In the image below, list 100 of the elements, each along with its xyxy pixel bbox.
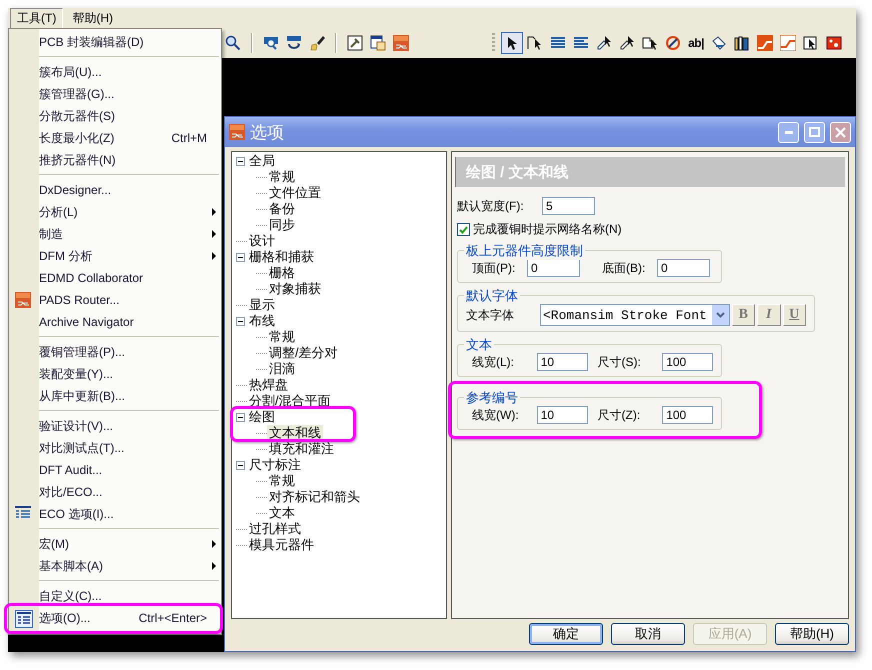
menu-item[interactable]: 覆铜管理器(P)... [9,341,221,363]
check-icon [459,226,468,234]
menu-item[interactable]: 长度最小化(Z) Ctrl+M [9,127,221,149]
group-title: 默认字体 [464,287,520,305]
collapse-icon[interactable] [236,252,245,262]
tree-item[interactable]: 模具元器件 [247,537,316,553]
font-dropdown[interactable]: <Romansim Stroke Font [540,304,730,326]
tree-item[interactable]: 常规 [267,329,297,345]
page-header: 绘图 / 文本和线 [455,157,845,187]
checkbox[interactable] [457,223,470,236]
number-field[interactable]: 0 [657,259,710,277]
tree-item[interactable]: 对象捕获 [267,281,323,297]
chevron-down-icon [716,312,725,318]
tree-item[interactable]: 填充和灌注 [267,441,336,457]
board-icon [826,35,842,51]
group-title: 参考编号 [464,389,520,407]
menu-item[interactable]: DxDesigner... [9,179,221,201]
number-field[interactable]: 100 [662,353,713,371]
menu-item[interactable]: 簇管理器(G)... [9,83,221,105]
tree-item[interactable]: 尺寸标注 [247,457,303,473]
collapse-icon[interactable] [236,316,245,326]
shape-pointer-icon [642,35,658,51]
number-field[interactable]: 5 [542,197,595,215]
tree-item[interactable]: 栅格和捕获 [247,249,316,265]
tree-item[interactable]: 全局 [247,153,277,169]
number-field[interactable]: 10 [536,406,588,424]
menu-item[interactable]: 宏(M) [9,533,221,555]
font-style-button[interactable]: I [757,304,780,326]
menu-item[interactable]: PCB 封装编辑器(D) [9,31,221,53]
tree-item[interactable]: 布线 [247,313,277,329]
prohibit-icon [665,35,681,51]
pads-icon [15,292,31,308]
group-title: 板上元器件高度限制 [464,242,585,260]
tree-item[interactable]: 对齐标记和箭头 [267,489,362,505]
field-label: 线宽(L): [472,354,515,370]
books-icon [734,35,750,51]
number-field[interactable]: 0 [527,259,580,277]
menu-item[interactable]: 对比/ECO... [9,481,221,503]
menu-item[interactable]: 从库中更新(B)... [9,385,221,407]
toolbar-button[interactable]: ab| [685,32,707,54]
collapse-icon[interactable] [236,460,245,470]
collapse-icon[interactable] [236,412,245,422]
list-icon [15,506,31,520]
collapse-icon[interactable] [236,156,245,166]
tree-item[interactable]: 过孔样式 [247,521,303,537]
menu-item[interactable]: ECO 选项(I)... [9,503,221,525]
stair-icon [780,35,796,51]
tree-item[interactable]: 常规 [267,473,297,489]
menu-item[interactable]: 验证设计(V)... [9,415,221,437]
field-label: 底面(B): [602,260,646,276]
menu-item[interactable]: 分散元器件(S) [9,105,221,127]
toolbar-button[interactable] [501,32,523,54]
menu-item[interactable]: 簇布局(U)... [9,61,221,83]
menu-item[interactable]: PADS Router... [9,289,221,311]
tree-item[interactable]: 常规 [267,169,297,185]
close-icon [835,126,846,138]
tree-item[interactable]: 泪滴 [267,361,297,377]
field-label: 文本字体 [466,306,514,324]
tree-item[interactable]: 文本 [267,505,297,521]
window-icon [370,35,386,51]
tree-item[interactable]: 栅格 [267,265,297,281]
tree-item[interactable]: 显示 [247,297,277,313]
menu-item[interactable]: DFT Audit... [9,459,221,481]
layers-icon [550,35,566,51]
stair-icon [757,35,773,51]
menu-item[interactable]: 基本脚本(A) [9,555,221,577]
tree-item[interactable]: 文件位置 [267,185,323,201]
dialog-button[interactable]: 取消 [611,623,685,645]
dialog-button[interactable]: 确定 [529,623,603,645]
menu-bar-item[interactable]: 工具(T) [10,8,64,28]
flag-pointer-icon [527,35,543,51]
pencil-pointer-icon [596,35,612,51]
pencil-pointer-icon [619,35,635,51]
tree-item[interactable]: 分割/混合平面 [247,393,333,409]
font-style-button[interactable]: U [782,304,806,326]
tree-item[interactable]: 热焊盘 [247,377,290,393]
menu-item[interactable]: 对比测试点(T)... [9,437,221,459]
font-style-button[interactable]: B [732,304,756,326]
menu-item[interactable]: 装配变量(Y)... [9,363,221,385]
tree-item[interactable]: 绘图 [247,409,277,425]
dialog-title: 选项 [250,122,285,144]
menu-item[interactable]: 分析(L) [9,201,221,223]
tree-item[interactable]: 调整/差分对 [267,345,340,361]
dialog-button[interactable]: 帮助(H) [775,623,849,645]
menu-item[interactable]: 自定义(C)... [9,585,221,607]
number-field[interactable]: 10 [536,353,588,371]
search-icon [225,35,241,51]
box-pointer-icon [803,35,819,51]
menu-item[interactable]: EDMD Collaborator [9,267,221,289]
field-label: 默认宽度(F): [457,198,525,214]
tree-item[interactable]: 同步 [267,217,297,233]
menu-item[interactable]: Archive Navigator [9,311,221,333]
menu-item[interactable]: 推挤元器件(N) [9,149,221,171]
menu-item[interactable]: 制造 [9,223,221,245]
tree-item[interactable]: 设计 [247,233,277,249]
tree-item[interactable]: 备份 [267,201,297,217]
menu-item[interactable]: DFM 分析 [9,245,221,267]
menu-bar-item[interactable]: 帮助(H) [65,8,120,28]
menu-item[interactable]: 选项(O)... Ctrl+<Enter> [9,607,221,629]
number-field[interactable]: 100 [662,406,713,424]
